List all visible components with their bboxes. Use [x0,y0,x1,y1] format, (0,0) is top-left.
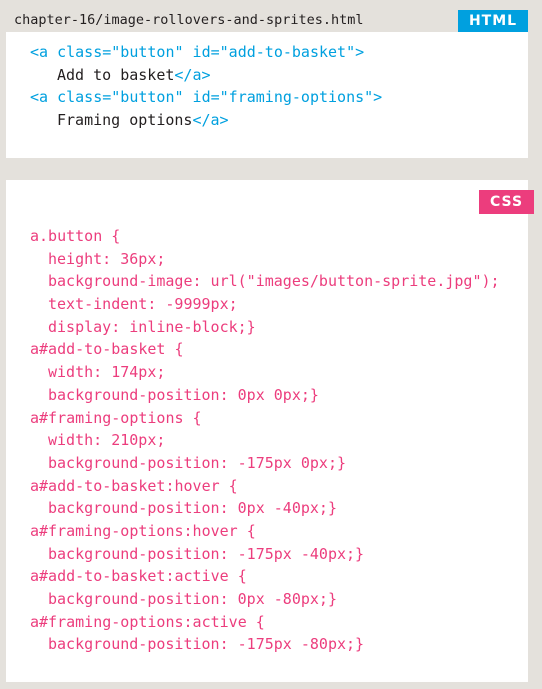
html-close-tag: </a> [192,111,229,130]
filename-bar: chapter-16/image-rollovers-and-sprites.h… [6,8,528,32]
link-text: Framing options [57,111,193,130]
css-selector-line: a#framing-options:active { [30,612,265,631]
css-selector-line: a#add-to-basket { [30,340,184,359]
css-selector-line: a#add-to-basket:hover { [30,476,238,495]
css-declaration-line: width: 210px; [48,431,166,450]
css-declaration-line: background-position: 0px -40px;} [48,499,337,518]
css-language-tag: CSS [479,190,534,214]
html-code-block: <a class="button" id="add-to-basket"> Add… [30,41,382,132]
css-selector-line: a#framing-options { [30,408,202,427]
css-selector-line: a#framing-options:hover { [30,521,256,540]
css-declaration-line: background-position: -175px -40px;} [48,544,365,563]
css-code-panel: CSS a.button { height: 36px; background-im… [6,180,534,682]
css-selector-line: a.button { [30,227,121,245]
code-line: <a class="button" id="add-to-basket"> [30,41,382,64]
css-declaration-line: background-position: 0px 0px;} [48,385,319,404]
html-code-panel: chapter-16/image-rollovers-and-sprites.h… [6,8,528,158]
css-declaration-line: width: 174px; [48,363,166,382]
css-declaration-line: background-position: -175px 0px;} [48,453,347,472]
css-declaration-line: text-indent: -9999px; [48,295,238,314]
html-tag-text: <a class="button" id="add-to-basket"> [30,43,365,61]
code-line: <a class="button" id="framing-options"> [30,86,382,109]
css-selector-line: a#add-to-basket:active { [30,567,247,586]
css-declaration-line: height: 36px; [48,249,166,268]
css-declaration-line: background-image: url("images/button-spr… [48,272,500,291]
html-language-tag: HTML [458,10,528,32]
code-line: Framing options</a> [30,109,382,132]
file-name: chapter-16/image-rollovers-and-sprites.h… [14,12,364,28]
css-declaration-line: display: inline-block;} [48,317,256,336]
link-text: Add to basket [57,65,175,84]
css-declaration-line: background-position: 0px -80px;} [48,590,337,608]
html-tag-text: <a class="button" id="framing-options"> [30,88,383,107]
html-close-tag: </a> [174,65,211,84]
code-line: Add to basket</a> [30,64,382,87]
css-code-block: a.button { height: 36px; background-image:… [30,225,500,656]
css-declaration-line: background-position: -175px -80px;} [48,635,365,654]
